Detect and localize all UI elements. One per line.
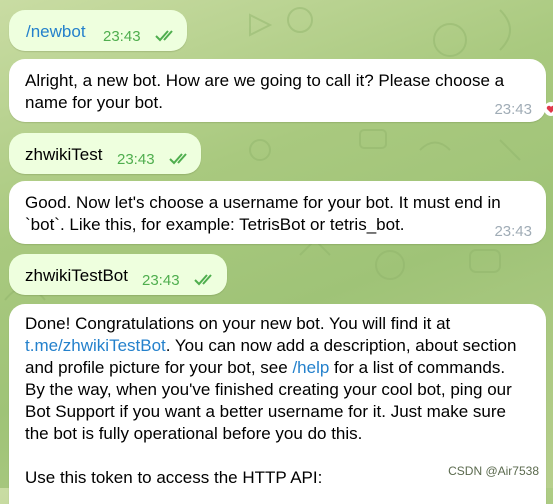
message-text-line: By the way, when you've finished creatin… bbox=[25, 380, 512, 399]
message-text-fragment: and profile picture for your bot, see bbox=[25, 358, 293, 377]
message-text-line: Use this token to access the HTTP API: bbox=[25, 468, 323, 487]
message-text-line: Bot Support if you want a better usernam… bbox=[25, 402, 506, 421]
heart-reaction-icon[interactable] bbox=[543, 101, 553, 122]
message-text-line: the bot is fully operational before you … bbox=[25, 424, 363, 443]
message-time: 23:43 bbox=[142, 272, 180, 289]
outgoing-message[interactable]: zhwikiTestBot 23:43 bbox=[9, 254, 227, 295]
outgoing-message[interactable]: /newbot 23:43 bbox=[9, 10, 187, 51]
message-text-fragment: for a list of commands. bbox=[329, 358, 506, 377]
double-check-icon bbox=[169, 150, 191, 172]
double-check-icon bbox=[194, 271, 216, 293]
watermark: CSDN @Air7538 bbox=[448, 464, 539, 478]
message-time: 23:43 bbox=[494, 223, 532, 240]
message-text-line: and profile picture for your bot, see /h… bbox=[25, 357, 505, 379]
incoming-message: Alright, a new bot. How are we going to … bbox=[9, 59, 546, 122]
help-command-link[interactable]: /help bbox=[292, 358, 329, 377]
double-check-icon bbox=[155, 27, 177, 49]
message-text: zhwikiTest bbox=[25, 145, 103, 164]
outgoing-message[interactable]: zhwikiTest 23:43 bbox=[9, 133, 201, 174]
message-text-line: Alright, a new bot. How are we going to … bbox=[25, 71, 505, 90]
message-time: 23:43 bbox=[103, 28, 141, 45]
message-text-line: Done! Congratulations on your new bot. Y… bbox=[25, 314, 451, 333]
message-text-line: name for your bot. bbox=[25, 93, 163, 112]
message-text[interactable]: /newbot bbox=[26, 21, 86, 43]
message-time: 23:43 bbox=[117, 151, 155, 168]
message-text-line: t.me/zhwikiTestBot. You can now add a de… bbox=[25, 335, 516, 357]
incoming-message: Good. Now let's choose a username for yo… bbox=[9, 181, 546, 244]
message-text: zhwikiTestBot bbox=[25, 266, 128, 285]
message-text-fragment: . You can now add a description, about s… bbox=[165, 336, 517, 355]
bot-link[interactable]: t.me/zhwikiTestBot bbox=[25, 336, 166, 355]
message-text-line: Good. Now let's choose a username for yo… bbox=[25, 193, 501, 212]
message-time: 23:43 bbox=[494, 101, 532, 118]
message-text-line: `bot`. Like this, for example: TetrisBot… bbox=[25, 215, 405, 234]
